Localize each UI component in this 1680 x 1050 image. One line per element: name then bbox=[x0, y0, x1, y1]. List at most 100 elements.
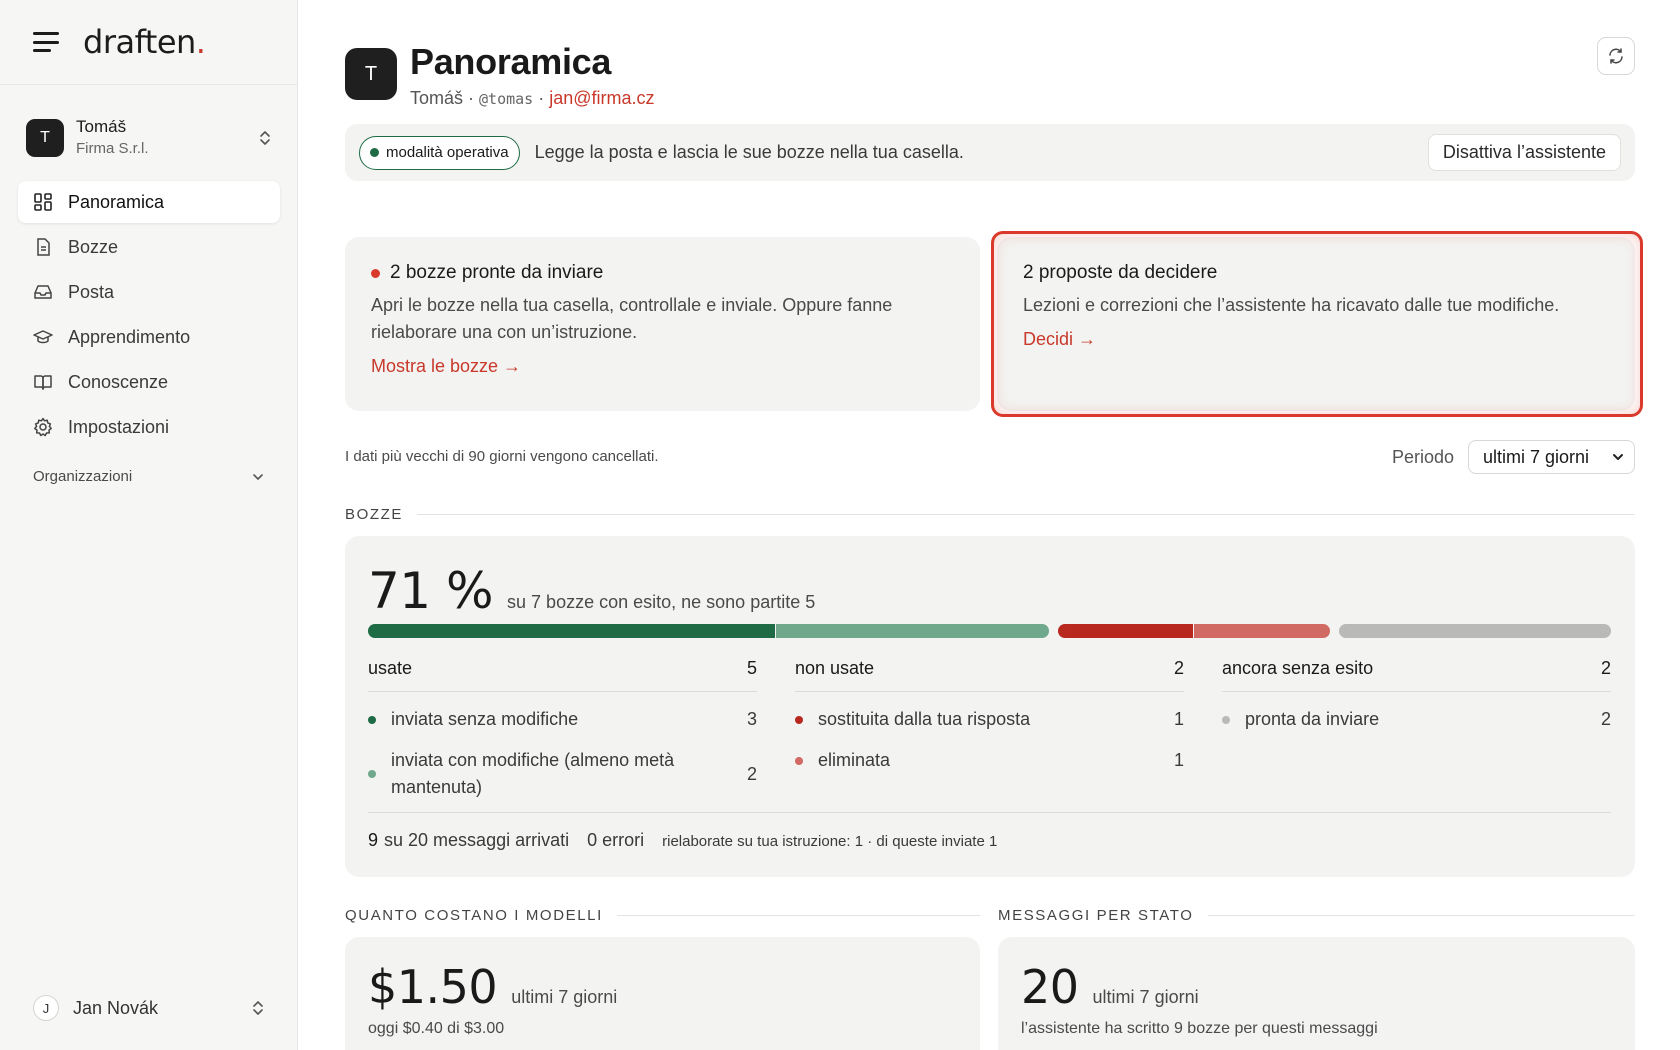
card-title: 2 bozze pronte da inviare bbox=[371, 262, 954, 284]
column-title: ancora senza esito bbox=[1222, 658, 1374, 678]
drafts-footer: 9 su 20 messaggi arrivati 0 errori riela… bbox=[368, 812, 1611, 851]
divider bbox=[417, 514, 1635, 515]
drafts-ready-card: 2 bozze pronte da inviare Apri le bozze … bbox=[345, 237, 980, 411]
messages-note: l’assistente ha scritto 9 bozze per ques… bbox=[1021, 1020, 1378, 1037]
column-count: 2 bbox=[1173, 658, 1184, 678]
nav-item-panoramica[interactable]: Panoramica bbox=[18, 181, 280, 223]
user-menu[interactable]: J Jan Novák bbox=[33, 994, 265, 1022]
arrived-count: 9 bbox=[368, 830, 379, 850]
chevron-down-icon bbox=[1613, 454, 1623, 460]
section-heading-bozze: BOZZE bbox=[345, 506, 1635, 523]
messages-by-status-card: 20 ultimi 7 giorni l’assistente ha scrit… bbox=[998, 937, 1635, 1050]
account-org: Firma S.r.l. bbox=[76, 140, 149, 157]
nav-label: Impostazioni bbox=[68, 416, 170, 437]
success-rate: 71 % su 7 bozze con esito, ne sono parti… bbox=[368, 562, 815, 620]
nav-item-impostazioni[interactable]: Impostazioni bbox=[18, 406, 280, 448]
nav-label: Apprendimento bbox=[68, 326, 191, 347]
period-select[interactable]: ultimi 7 giorni bbox=[1468, 440, 1635, 474]
column-count: 2 bbox=[1600, 658, 1611, 678]
outcome-columns: usate 5 inviata senza modifiche 3 inviata … bbox=[368, 654, 1611, 801]
nav-item-bozze[interactable]: Bozze bbox=[18, 226, 280, 268]
outcome-bar-segment bbox=[368, 624, 776, 638]
assistant-email[interactable]: jan@firma.cz bbox=[549, 88, 654, 108]
outcome-bar-segment bbox=[1193, 624, 1330, 638]
column-header: usate 5 bbox=[368, 654, 757, 692]
column-title: usate bbox=[368, 658, 413, 678]
proposals-card: 2 proposte da decidere Lezioni e correzi… bbox=[997, 237, 1635, 411]
outcome-item: sostituita dalla tua risposta 1 bbox=[795, 706, 1184, 733]
divider bbox=[616, 915, 980, 916]
nav-label: Posta bbox=[68, 281, 115, 302]
item-count: 1 bbox=[1173, 709, 1184, 729]
column-title: non usate bbox=[795, 658, 875, 678]
nav-item-conoscenze[interactable]: Conoscenze bbox=[18, 361, 280, 403]
divider bbox=[1207, 915, 1635, 916]
page-header: T Panoramica Tomáš · @tomas · jan@firma.… bbox=[345, 42, 655, 109]
decide-link[interactable]: Decidi → bbox=[1023, 329, 1096, 350]
sidebar-header: draften. bbox=[0, 0, 297, 85]
chevron-updown-icon bbox=[260, 131, 270, 145]
main-content: T Panoramica Tomáš · @tomas · jan@firma.… bbox=[345, 0, 1643, 1050]
nav-item-apprendimento[interactable]: Apprendimento bbox=[18, 316, 280, 358]
column-count: 5 bbox=[746, 658, 757, 678]
messages-count: 20 bbox=[1021, 960, 1079, 1014]
inbox-icon bbox=[34, 285, 52, 299]
cost-amount: $1.50 bbox=[368, 960, 498, 1014]
item-count: 1 bbox=[1173, 750, 1184, 770]
document-icon bbox=[37, 238, 50, 256]
outcome-column-pending: ancora senza esito 2 pronta da inviare 2 bbox=[1222, 654, 1611, 801]
item-label: inviata con modifiche (almeno metà mante… bbox=[391, 750, 675, 797]
section-title: BOZZE bbox=[345, 506, 404, 523]
legend-dot bbox=[368, 770, 376, 778]
column-header: ancora senza esito 2 bbox=[1222, 654, 1611, 692]
legend-dot bbox=[795, 756, 803, 765]
section-heading-messages: MESSAGGI PER STATO bbox=[998, 907, 1635, 924]
menu-icon[interactable] bbox=[33, 32, 59, 52]
success-percent: 71 % bbox=[368, 562, 494, 620]
nav-label: Panoramica bbox=[68, 191, 165, 212]
separator: · bbox=[533, 88, 550, 108]
nav-item-posta[interactable]: Posta bbox=[18, 271, 280, 313]
outcome-bar-segment bbox=[1057, 624, 1193, 638]
outcome-column-used: usate 5 inviata senza modifiche 3 inviata … bbox=[368, 654, 757, 801]
outcome-column-unused: non usate 2 sostituita dalla tua risposta… bbox=[795, 654, 1184, 801]
chevron-updown-icon bbox=[253, 1001, 263, 1015]
legend-dot bbox=[368, 715, 376, 724]
user-name: Jan Novák bbox=[73, 997, 159, 1018]
messages-period: ultimi 7 giorni bbox=[1092, 987, 1199, 1007]
dashboard-icon bbox=[34, 193, 52, 211]
cost-period: ultimi 7 giorni bbox=[511, 987, 618, 1007]
card-description: Apri le bozze nella tua casella, control… bbox=[371, 295, 893, 342]
arrived-text: su 20 messaggi arrivati bbox=[384, 830, 570, 850]
separator: · bbox=[463, 88, 480, 108]
gear-icon bbox=[34, 417, 52, 437]
outcome-item: pronta da inviare 2 bbox=[1222, 706, 1611, 733]
outcome-bar bbox=[368, 624, 1611, 638]
column-header: non usate 2 bbox=[795, 654, 1184, 692]
deactivate-assistant-button[interactable]: Disattiva l’assistente bbox=[1427, 134, 1621, 171]
status-description: Legge la posta e lascia le sue bozze nel… bbox=[534, 142, 964, 162]
account-switcher[interactable]: T Tomáš Firma S.r.l. bbox=[26, 117, 272, 158]
item-count: 2 bbox=[746, 763, 757, 784]
card-title: 2 proposte da decidere bbox=[1023, 262, 1218, 283]
brand-logo[interactable]: draften. bbox=[83, 23, 206, 61]
sidebar: draften. T Tomáš Firma S.r.l. Panoramica… bbox=[0, 0, 298, 1050]
item-count: 3 bbox=[746, 709, 757, 729]
period-filter: Periodo ultimi 7 giorni bbox=[1392, 440, 1635, 474]
main-nav: Panoramica Bozze Posta Apprendimento Con… bbox=[18, 181, 280, 451]
graduation-cap-icon bbox=[33, 330, 53, 344]
section-heading-costs: QUANTO COSTANO I MODELLI bbox=[345, 907, 980, 924]
refresh-button[interactable] bbox=[1597, 37, 1635, 75]
reworked-note: rielaborate su tua istruzione: 1 · di qu… bbox=[662, 833, 998, 850]
period-value: ultimi 7 giorni bbox=[1483, 446, 1590, 467]
item-label: eliminata bbox=[818, 750, 891, 770]
organizations-toggle[interactable]: Organizzazioni bbox=[33, 468, 265, 485]
legend-dot bbox=[1222, 715, 1230, 724]
card-description: Lezioni e correzioni che l’assistente ha… bbox=[1023, 295, 1560, 315]
assistant-name: Tomáš bbox=[410, 88, 464, 108]
drafts-stats-card: 71 % su 7 bozze con esito, ne sono parti… bbox=[345, 536, 1635, 877]
outcome-bar-segment bbox=[776, 624, 1049, 638]
show-drafts-link[interactable]: Mostra le bozze → bbox=[371, 356, 521, 377]
status-dot bbox=[370, 148, 379, 157]
book-icon bbox=[34, 375, 52, 390]
